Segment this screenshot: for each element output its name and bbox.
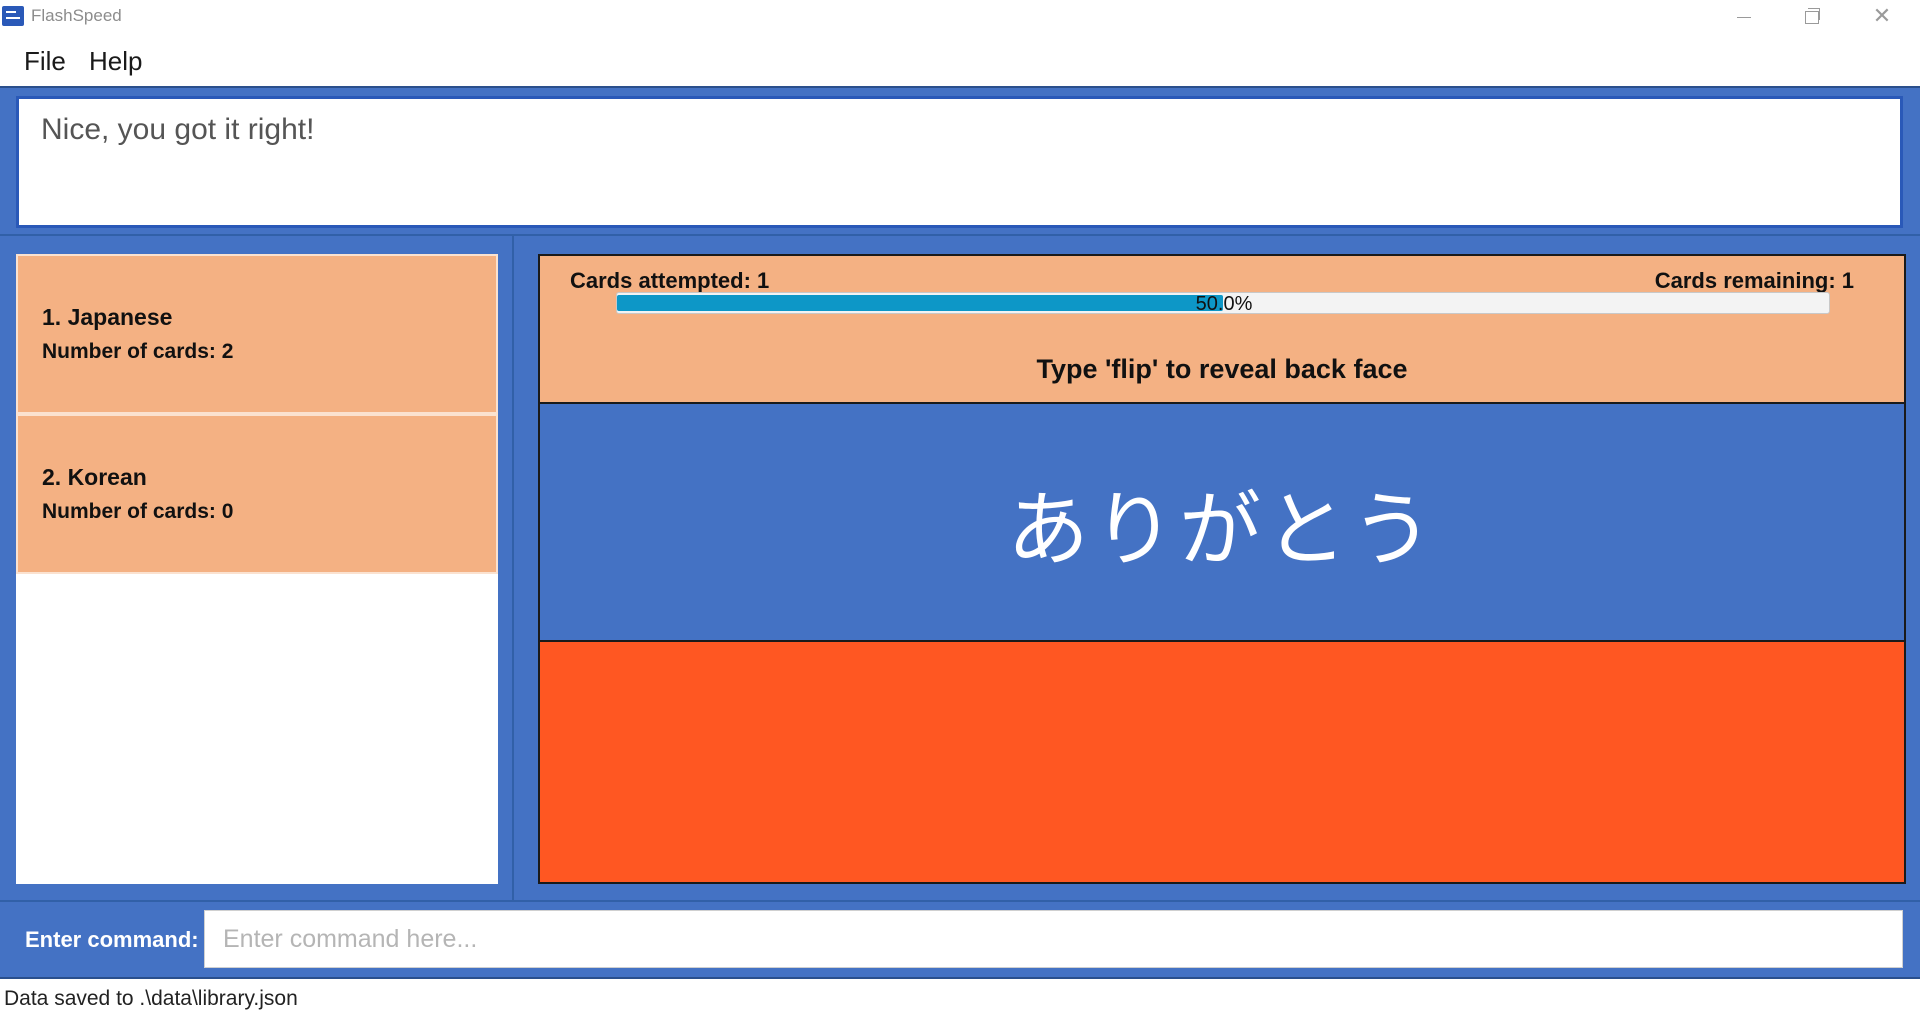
restore-button[interactable] xyxy=(1778,0,1846,34)
deck-card-count: Number of cards: 0 xyxy=(42,500,234,523)
divider xyxy=(0,900,1920,902)
status-message: Data saved to .\data\library.json xyxy=(4,987,298,1010)
window-title: FlashSpeed xyxy=(31,6,122,25)
menu-help[interactable]: Help xyxy=(89,46,142,77)
restore-icon xyxy=(1805,7,1820,24)
deck-list[interactable]: 1. Japanese Number of cards: 2 2. Korean… xyxy=(16,254,498,884)
deck-item-korean[interactable]: 2. Korean Number of cards: 0 xyxy=(16,414,498,574)
minimize-button[interactable] xyxy=(1710,0,1778,34)
deck-title: 2. Korean xyxy=(42,464,147,490)
menu-file[interactable]: File xyxy=(24,46,66,77)
status-bar: Data saved to .\data\library.json xyxy=(0,981,1920,1016)
menu-bar: File Help xyxy=(0,36,1920,86)
card-front-text: ありがとう xyxy=(1006,482,1437,578)
deck-item-japanese[interactable]: 1. Japanese Number of cards: 2 xyxy=(16,254,498,414)
card-front-face: ありがとう xyxy=(540,404,1904,642)
command-input[interactable] xyxy=(204,910,1903,968)
flip-instruction: Type 'flip' to reveal back face xyxy=(1036,354,1408,384)
result-message: Nice, you got it right! xyxy=(41,113,315,146)
progress-bar: 50.0% xyxy=(616,292,1830,314)
progress-label: 50.0% xyxy=(1195,293,1253,314)
cards-attempted: Cards attempted: 1 xyxy=(570,268,770,293)
divider xyxy=(0,234,1920,236)
card-review-panel: Cards attempted: 1 Cards remaining: 1 50… xyxy=(538,254,1906,884)
close-button[interactable]: ✕ xyxy=(1848,0,1916,34)
review-info: Cards attempted: 1 Cards remaining: 1 50… xyxy=(540,256,1904,404)
minimize-icon xyxy=(1737,16,1751,18)
deck-card-count: Number of cards: 2 xyxy=(42,340,234,363)
title-bar: FlashSpeed ✕ xyxy=(0,0,1920,34)
card-back-face xyxy=(540,642,1904,882)
command-label: Enter command: xyxy=(25,927,199,952)
result-display: Nice, you got it right! xyxy=(16,96,1903,228)
flashspeed-app-icon xyxy=(2,6,24,26)
cards-remaining: Cards remaining: 1 xyxy=(1654,268,1854,293)
deck-title: 1. Japanese xyxy=(42,304,173,330)
close-icon: ✕ xyxy=(1872,4,1892,29)
divider xyxy=(512,236,514,900)
